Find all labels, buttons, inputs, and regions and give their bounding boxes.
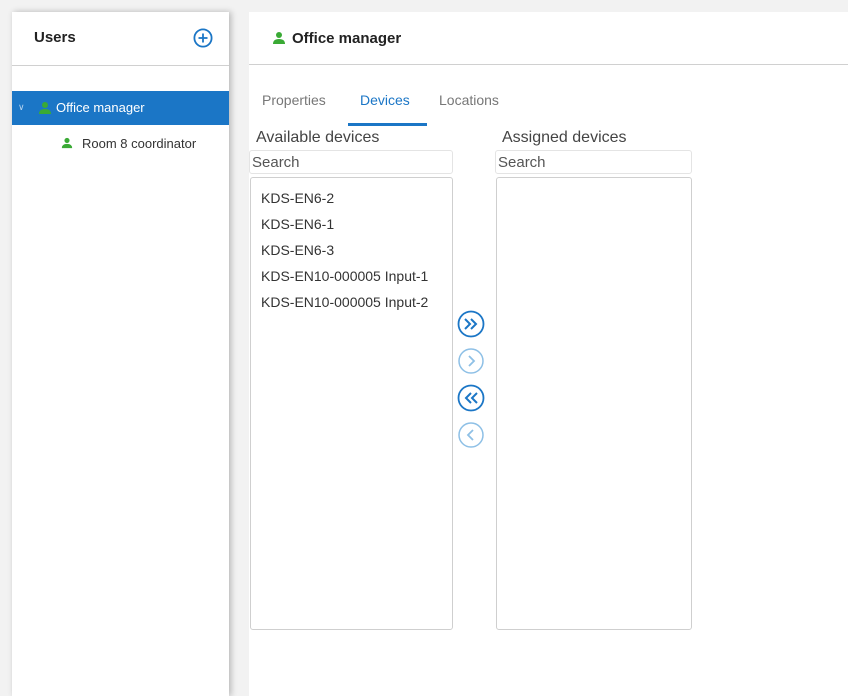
move-right-button[interactable]	[457, 347, 485, 375]
detail-header: Office manager	[249, 12, 848, 65]
plus-circle-icon	[193, 28, 213, 48]
tab-locations[interactable]: Locations	[439, 92, 499, 108]
detail-panel: Office manager Properties Devices Locati…	[249, 12, 848, 696]
add-user-button[interactable]	[193, 28, 213, 48]
list-item[interactable]: KDS-EN10-000005 Input-2	[261, 294, 428, 310]
users-title: Users	[34, 29, 76, 46]
user-icon	[272, 31, 286, 50]
move-all-left-button[interactable]	[457, 384, 485, 412]
available-devices-label: Available devices	[256, 129, 380, 146]
user-icon	[61, 137, 73, 152]
tree-item-label: Office manager	[56, 100, 145, 115]
users-panel: Users ∨ Office manager Room 8 coordinato…	[12, 12, 229, 696]
tree-item-room-8-coordinator[interactable]: Room 8 coordinator	[12, 134, 229, 156]
assigned-devices-list[interactable]	[496, 177, 692, 630]
tab-devices[interactable]: Devices	[360, 92, 410, 108]
chevron-down-icon[interactable]: ∨	[18, 102, 25, 113]
chevron-left-icon	[458, 422, 484, 448]
double-chevron-right-icon	[457, 310, 485, 338]
users-panel-header: Users	[12, 12, 229, 66]
list-item[interactable]: KDS-EN6-2	[261, 190, 334, 206]
list-item[interactable]: KDS-EN10-000005 Input-1	[261, 268, 428, 284]
move-all-right-button[interactable]	[457, 310, 485, 338]
list-item[interactable]: KDS-EN6-1	[261, 216, 334, 232]
assigned-devices-search-input[interactable]	[495, 150, 692, 174]
list-item[interactable]: KDS-EN6-3	[261, 242, 334, 258]
page-title: Office manager	[292, 30, 402, 47]
tree-item-office-manager[interactable]: ∨ Office manager	[12, 91, 229, 125]
tab-properties[interactable]: Properties	[262, 92, 326, 108]
available-devices-list[interactable]: KDS-EN6-2 KDS-EN6-1 KDS-EN6-3 KDS-EN10-0…	[250, 177, 453, 630]
chevron-right-icon	[458, 348, 484, 374]
move-left-button[interactable]	[457, 421, 485, 449]
user-icon	[38, 101, 52, 118]
double-chevron-left-icon	[457, 384, 485, 412]
tree-item-label: Room 8 coordinator	[82, 136, 197, 151]
active-tab-indicator	[348, 123, 427, 126]
assigned-devices-label: Assigned devices	[502, 129, 627, 146]
available-devices-search-input[interactable]	[249, 150, 453, 174]
